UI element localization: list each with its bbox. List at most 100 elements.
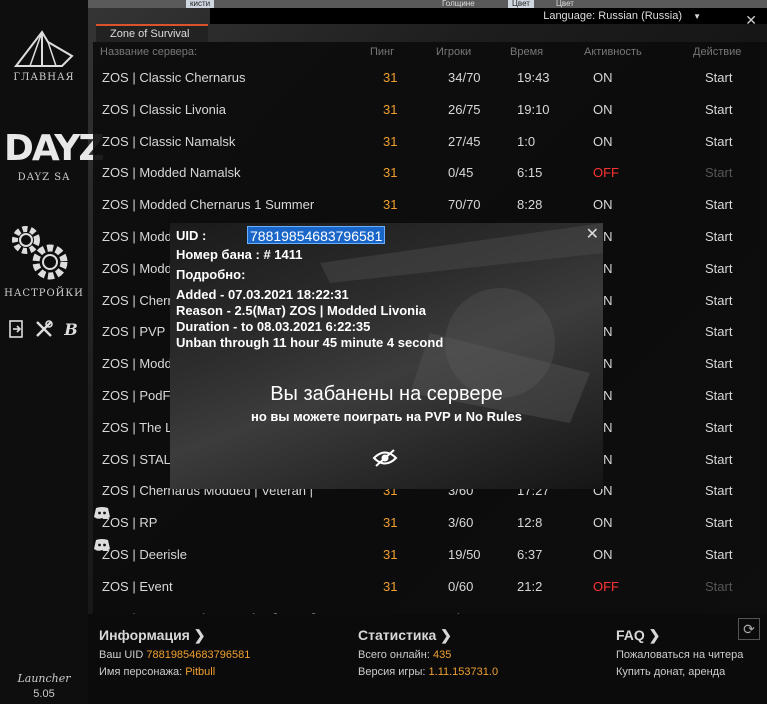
start-button[interactable]: Start: [705, 134, 732, 149]
ban-duration: Duration - to 08.03.2021 6:22:35: [176, 319, 371, 334]
start-button[interactable]: Start: [705, 547, 732, 562]
stats-version-label: Версия игры:: [358, 666, 426, 678]
chevron-right-icon: ❯: [648, 627, 661, 643]
start-button[interactable]: Start: [705, 579, 732, 594]
table-row[interactable]: ZOS | DayZ 1.11 | Expansion [steam]314/6…: [93, 602, 767, 614]
start-button[interactable]: Start: [705, 356, 732, 371]
table-row[interactable]: ZOS | Deerisle 31 19/50 6:37 ON Start: [93, 538, 767, 569]
server-players: 27/45: [448, 133, 481, 149]
start-button[interactable]: Start: [705, 420, 732, 435]
server-name: ZOS | STAL: [102, 451, 171, 467]
server-players: 34/70: [448, 70, 481, 85]
start-button[interactable]: Start: [705, 293, 732, 308]
chevron-right-icon: ❯: [440, 627, 452, 643]
start-button[interactable]: Start: [705, 229, 732, 244]
server-time: 12:8: [517, 515, 543, 531]
server-name: ZOS | Modd: [102, 229, 172, 244]
server-name: ZOS | Cherr: [102, 292, 172, 308]
start-button[interactable]: Start: [705, 70, 732, 85]
server-name: ZOS | Modd: [102, 356, 172, 372]
stats-title[interactable]: Статистика ❯: [358, 627, 452, 644]
faq-complaint-link[interactable]: Пожаловаться на читера: [616, 649, 743, 661]
server-activity: ON: [593, 515, 613, 531]
sidebar-item-label: НАСТРОЙКИ: [4, 288, 84, 299]
server-ping: 31: [383, 547, 398, 562]
info-uid-value: 78819854683796581: [146, 649, 251, 661]
start-button[interactable]: Start: [705, 483, 732, 498]
ban-number: Номер бана : # 1411: [176, 247, 303, 262]
ban-added: Added - 07.03.2021 18:22:31: [176, 287, 349, 302]
start-button[interactable]: Start: [705, 261, 732, 276]
top-chip: Цвет: [552, 0, 578, 8]
table-row[interactable]: ZOS | Classic Livonia 31 26/75 19:10 ON Start: [93, 93, 767, 124]
stats-online: Всего онлайн: 435: [358, 649, 451, 661]
uid-label: UID :: [176, 228, 207, 243]
gears-icon: [12, 226, 68, 280]
column-action: Действие: [693, 46, 742, 58]
table-row[interactable]: ZOS | Modded Namalsk 31 0/45 6:15 OFF Start: [93, 156, 767, 187]
server-name: ZOS | Event: [102, 578, 173, 594]
table-row[interactable]: ZOS | Classic Chernarus 31 34/70 19:43 ON Sta…: [93, 61, 767, 92]
top-strip: кисти Голщине Цвет Цвет: [88, 0, 767, 8]
ban-reason: Reason - 2.5(Мат) ZOS | Modded Livonia: [176, 303, 426, 318]
refresh-icon[interactable]: ⟳: [738, 618, 760, 640]
server-activity: ON: [593, 133, 613, 149]
language-selector[interactable]: Language: Russian (Russia) ▼: [543, 10, 701, 22]
start-button[interactable]: Start: [705, 165, 732, 180]
server-players: 3/60: [448, 515, 474, 531]
server-players: 0/45: [448, 165, 474, 181]
close-icon[interactable]: ✕: [745, 12, 757, 29]
server-time: 8:28: [517, 197, 543, 213]
stats-online-label: Всего онлайн:: [358, 649, 430, 661]
exit-icon[interactable]: [6, 318, 28, 340]
server-time: 6:37: [517, 547, 543, 562]
table-row[interactable]: ZOS | Event 31 0/60 21:2 OFF Start: [93, 570, 767, 601]
faq-title[interactable]: FAQ ❯: [616, 627, 660, 644]
start-button[interactable]: Start: [705, 102, 732, 117]
ban-title: Вы забанены на сервере: [270, 383, 503, 405]
server-name: ZOS | Deerisle: [102, 547, 188, 562]
tools-icon[interactable]: [33, 318, 55, 340]
close-icon[interactable]: ✕: [586, 224, 599, 244]
column-activity: Активность: [584, 46, 642, 58]
table-row[interactable]: ZOS | Modded Chernarus 1 Summer 31 70/70 8:…: [93, 188, 767, 219]
server-time: 1:0: [517, 133, 536, 149]
uid-value-selected[interactable]: 78819854683796581: [247, 226, 386, 244]
server-name: ZOS | Classic Namalsk: [102, 133, 236, 149]
server-ping: 31: [383, 70, 398, 85]
server-name: ZOS | PodF: [102, 388, 171, 403]
table-row[interactable]: ZOS | RP 31 3/60 12:8 ON Start: [93, 506, 767, 537]
table-row[interactable]: ZOS | Classic Namalsk 31 27/45 1:0 ON Start: [93, 125, 767, 156]
ban-popup: UID : 78819854683796581 ✕ Номер бана : #…: [170, 223, 603, 489]
info-uid: Ваш UID 78819854683796581: [99, 649, 250, 661]
server-name: ZOS | Modd: [102, 260, 172, 276]
info-character: Имя персонажа: Pitbull: [99, 666, 215, 678]
info-char-label: Имя персонажа:: [99, 666, 183, 678]
language-value: Russian (Russia): [598, 10, 683, 22]
column-ping: Пинг: [370, 46, 395, 58]
info-title[interactable]: Информация ❯: [99, 627, 205, 644]
server-ping: 31: [383, 101, 398, 117]
faq-donate-link[interactable]: Купить донат, аренда: [616, 666, 725, 678]
server-activity: ON: [593, 70, 613, 85]
stats-version-value: 1.11.153731.0: [428, 666, 499, 678]
eye-icon[interactable]: [372, 448, 398, 468]
sidebar-tools: B: [4, 318, 84, 340]
table-header: Название сервера: Пинг Игроки Время Акти…: [93, 46, 767, 60]
ban-subtitle: но вы можете поиграть на PVP и No Rules: [250, 409, 522, 424]
start-button[interactable]: Start: [705, 197, 732, 212]
start-button[interactable]: Start: [705, 388, 732, 403]
stats-online-value: 435: [432, 649, 452, 661]
start-button[interactable]: Start: [705, 515, 732, 530]
server-activity: ON: [593, 197, 613, 213]
tab-zone-of-survival[interactable]: Zone of Survival: [96, 24, 208, 42]
chevron-right-icon: ❯: [193, 627, 206, 643]
vk-icon[interactable]: B: [60, 318, 82, 340]
server-ping: 31: [383, 515, 398, 531]
server-name: ZOS | Modded Namalsk: [102, 165, 241, 181]
info-uid-label: Ваш UID: [99, 649, 144, 661]
server-activity: ON: [593, 101, 613, 117]
start-button[interactable]: Start: [705, 452, 732, 467]
column-name: Название сервера:: [100, 46, 198, 58]
start-button[interactable]: Start: [705, 324, 732, 339]
